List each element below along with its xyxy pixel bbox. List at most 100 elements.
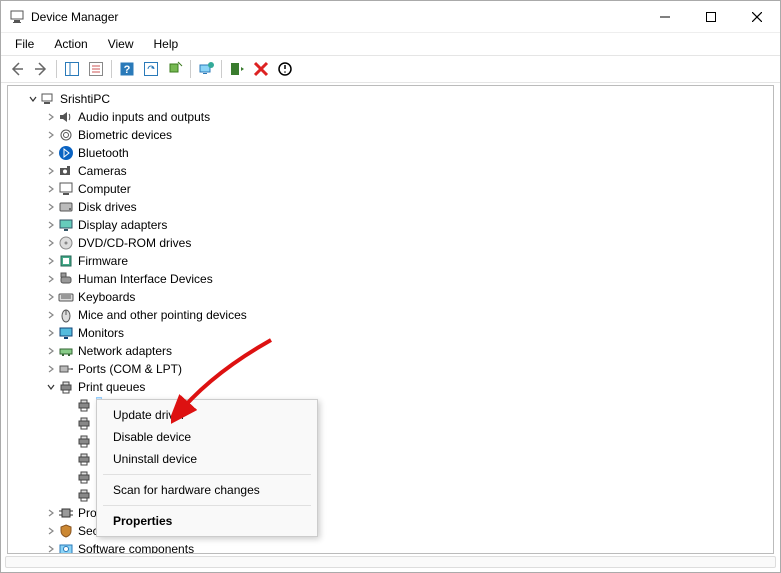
add-legacy-button[interactable]: [163, 58, 187, 80]
forward-button[interactable]: [29, 58, 53, 80]
help-button[interactable]: ?: [115, 58, 139, 80]
printer-icon: [76, 433, 92, 449]
tree-category-label: Pro: [78, 506, 97, 520]
tree-category-label: Disk drives: [78, 200, 137, 214]
context-uninstall-device[interactable]: Uninstall device: [97, 448, 317, 470]
minimize-button[interactable]: [642, 1, 688, 32]
chevron-right-icon[interactable]: [44, 166, 58, 176]
chevron-right-icon[interactable]: [44, 130, 58, 140]
tree-category-label: Mice and other pointing devices: [78, 308, 247, 322]
menu-action[interactable]: Action: [44, 35, 97, 53]
chevron-right-icon[interactable]: [44, 220, 58, 230]
context-disable-device[interactable]: Disable device: [97, 426, 317, 448]
chevron-right-icon[interactable]: [44, 346, 58, 356]
chevron-right-icon[interactable]: [44, 184, 58, 194]
menu-file[interactable]: File: [5, 35, 44, 53]
category-icon: [58, 181, 74, 197]
category-icon: [58, 325, 74, 341]
tree-category[interactable]: Cameras: [10, 162, 771, 180]
chevron-right-icon[interactable]: [44, 508, 58, 518]
category-icon: [58, 505, 74, 521]
tree-root[interactable]: SrishtiPC: [10, 90, 771, 108]
tree-category[interactable]: Computer: [10, 180, 771, 198]
printer-icon: [76, 487, 92, 503]
update-driver-button[interactable]: [194, 58, 218, 80]
category-icon: [58, 271, 74, 287]
toolbar-separator: [190, 60, 191, 78]
show-hide-tree-button[interactable]: [60, 58, 84, 80]
tree-category[interactable]: Keyboards: [10, 288, 771, 306]
tree-category-label: Computer: [78, 182, 131, 196]
context-properties[interactable]: Properties: [97, 510, 317, 532]
tree-category[interactable]: Ports (COM & LPT): [10, 360, 771, 378]
chevron-down-icon[interactable]: [26, 94, 40, 104]
chevron-right-icon[interactable]: [44, 274, 58, 284]
tree-category[interactable]: Disk drives: [10, 198, 771, 216]
chevron-right-icon[interactable]: [44, 148, 58, 158]
tree-category-label: Network adapters: [78, 344, 172, 358]
tree-category[interactable]: Software components: [10, 540, 771, 554]
tree-category[interactable]: Audio inputs and outputs: [10, 108, 771, 126]
tree-category[interactable]: Human Interface Devices: [10, 270, 771, 288]
close-button[interactable]: [734, 1, 780, 32]
back-button[interactable]: [5, 58, 29, 80]
context-update-driver[interactable]: Update driver: [97, 404, 317, 426]
chevron-down-icon[interactable]: [44, 382, 58, 392]
menu-view[interactable]: View: [98, 35, 144, 53]
context-scan-hardware[interactable]: Scan for hardware changes: [97, 479, 317, 501]
chevron-right-icon[interactable]: [44, 328, 58, 338]
context-separator: [103, 474, 311, 475]
chevron-right-icon[interactable]: [44, 238, 58, 248]
toolbar-separator: [111, 60, 112, 78]
category-icon: [58, 379, 74, 395]
chevron-right-icon[interactable]: [44, 256, 58, 266]
tree-category[interactable]: Network adapters: [10, 342, 771, 360]
tree-root-label: SrishtiPC: [60, 92, 110, 106]
status-bar: [5, 556, 776, 568]
chevron-right-icon[interactable]: [44, 544, 58, 554]
chevron-right-icon[interactable]: [44, 310, 58, 320]
category-icon: [58, 163, 74, 179]
tree-category[interactable]: DVD/CD-ROM drives: [10, 234, 771, 252]
chevron-right-icon[interactable]: [44, 202, 58, 212]
tree-category[interactable]: Print queues: [10, 378, 771, 396]
tree-category[interactable]: Bluetooth: [10, 144, 771, 162]
uninstall-device-button[interactable]: [249, 58, 273, 80]
computer-icon: [40, 91, 56, 107]
chevron-right-icon[interactable]: [44, 112, 58, 122]
disable-device-button[interactable]: [273, 58, 297, 80]
tree-category-label: Ports (COM & LPT): [78, 362, 182, 376]
context-menu: Update driver Disable device Uninstall d…: [96, 399, 318, 537]
category-icon: [58, 217, 74, 233]
category-icon: [58, 145, 74, 161]
category-icon: [58, 289, 74, 305]
category-icon: [58, 235, 74, 251]
tree-category[interactable]: Display adapters: [10, 216, 771, 234]
tree-category[interactable]: Firmware: [10, 252, 771, 270]
tree-category-label: Firmware: [78, 254, 128, 268]
chevron-right-icon[interactable]: [44, 526, 58, 536]
tree-category[interactable]: Mice and other pointing devices: [10, 306, 771, 324]
scan-button[interactable]: [139, 58, 163, 80]
tree-category[interactable]: Biometric devices: [10, 126, 771, 144]
properties-button[interactable]: [84, 58, 108, 80]
category-icon: [58, 541, 74, 554]
tree-category-label: Monitors: [78, 326, 124, 340]
enable-device-button[interactable]: [225, 58, 249, 80]
menu-bar: File Action View Help: [1, 33, 780, 55]
chevron-right-icon[interactable]: [44, 364, 58, 374]
tree-category-label: Bluetooth: [78, 146, 129, 160]
tree-category[interactable]: Monitors: [10, 324, 771, 342]
chevron-right-icon[interactable]: [44, 292, 58, 302]
printer-icon: [76, 469, 92, 485]
menu-help[interactable]: Help: [144, 35, 189, 53]
tree-category-label: Human Interface Devices: [78, 272, 213, 286]
tree-category-label: Print queues: [78, 380, 145, 394]
tree-category-label: Keyboards: [78, 290, 135, 304]
maximize-button[interactable]: [688, 1, 734, 32]
window-title: Device Manager: [31, 10, 642, 24]
tree-category-label: Software components: [78, 542, 194, 554]
category-icon: [58, 361, 74, 377]
printer-icon: [76, 451, 92, 467]
toolbar-separator: [221, 60, 222, 78]
